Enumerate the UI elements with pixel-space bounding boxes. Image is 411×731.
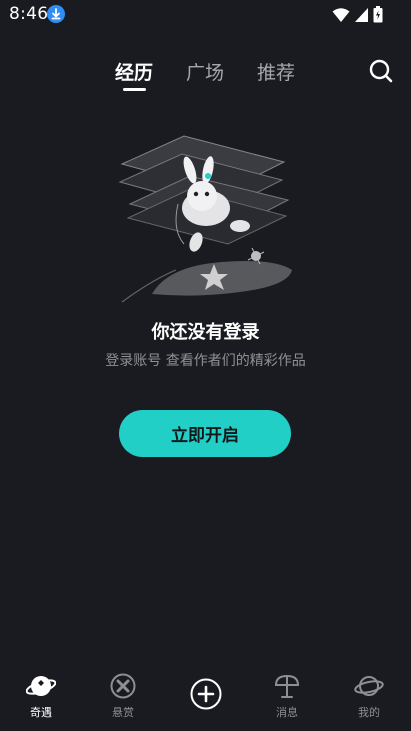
tab-square[interactable]: 广场 — [186, 58, 224, 85]
nav-label-adventure: 奇遇 — [30, 706, 52, 719]
empty-state-subtitle: 登录账号 查看作者们的精彩作品 — [105, 353, 306, 369]
status-bar: 8:46 — [0, 0, 411, 28]
tab-recommend[interactable]: 推荐 — [257, 58, 295, 85]
message-icon — [272, 671, 302, 701]
nav-item-add[interactable] — [164, 665, 246, 725]
bounty-icon — [108, 671, 138, 701]
wifi-icon — [332, 7, 350, 27]
profile-icon — [354, 671, 384, 701]
rabbit-on-phones-illustration — [112, 130, 300, 308]
add-icon — [190, 678, 222, 710]
planet-icon — [25, 671, 57, 701]
status-time: 8:46 — [9, 4, 49, 24]
start-now-button[interactable]: 立即开启 — [119, 410, 291, 457]
nav-label-bounty: 悬赏 — [112, 706, 134, 719]
search-icon[interactable] — [368, 58, 394, 84]
bottom-navigation: 奇遇 悬赏 消息 我的 — [0, 665, 411, 731]
battery-charging-icon — [373, 6, 383, 27]
nav-item-profile[interactable]: 我的 — [328, 665, 410, 725]
nav-item-adventure[interactable]: 奇遇 — [0, 665, 82, 725]
active-tab-indicator — [123, 88, 146, 91]
nav-item-bounty[interactable]: 悬赏 — [82, 665, 164, 725]
nav-item-messages[interactable]: 消息 — [246, 665, 328, 725]
cellular-signal-icon — [354, 7, 369, 27]
nav-label-profile: 我的 — [358, 706, 380, 719]
nav-label-messages: 消息 — [276, 706, 298, 719]
download-badge-icon — [47, 5, 65, 23]
top-tabs: 经历 广场 推荐 — [0, 58, 411, 94]
empty-state-title: 你还没有登录 — [151, 322, 260, 343]
tab-experience[interactable]: 经历 — [115, 58, 153, 85]
